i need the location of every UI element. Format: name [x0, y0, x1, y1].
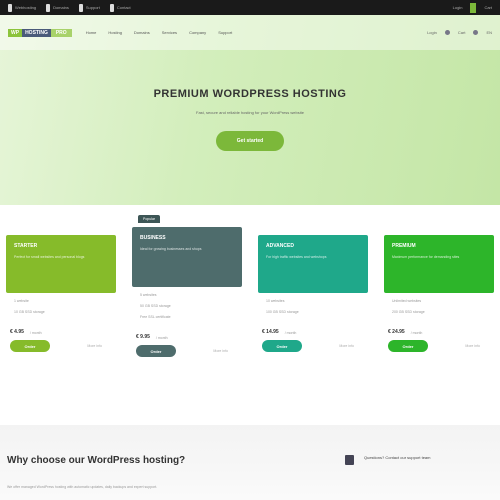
- order-button[interactable]: Order: [262, 340, 302, 352]
- plan-feature: Free SSL certificate: [140, 315, 171, 319]
- section-title: Why choose our WordPress hosting?: [7, 455, 186, 466]
- menu-item-home[interactable]: Home: [86, 30, 97, 35]
- menu-item-support[interactable]: Support: [218, 30, 232, 35]
- login-link[interactable]: Login: [453, 5, 463, 10]
- plan-price: € 9.95: [136, 334, 150, 340]
- bullet-icon: [109, 3, 114, 12]
- plan-description: For high traffic websites and webshops: [266, 255, 327, 259]
- topbar-link[interactable]: Domains: [46, 3, 69, 12]
- logo[interactable]: WP HOSTING PRO: [8, 28, 72, 37]
- price-period: / month: [284, 331, 297, 335]
- globe-icon[interactable]: [473, 30, 479, 35]
- language-select[interactable]: EN: [486, 30, 492, 35]
- plan-name: ADVANCED: [266, 243, 294, 249]
- logo-part: WP: [8, 28, 23, 37]
- plan-description: Perfect for small websites and personal …: [14, 255, 85, 259]
- topbar-label: Contact: [116, 5, 131, 10]
- topbar-link[interactable]: Contact: [109, 3, 131, 12]
- plan-feature: 10 websites: [266, 299, 285, 303]
- bullet-icon: [46, 3, 51, 12]
- plan-feature: Unlimited websites: [392, 299, 422, 303]
- section-text: We offer managed WordPress hosting with …: [7, 485, 158, 489]
- plan-card: STARTER Perfect for small websites and p…: [6, 215, 116, 362]
- bullet-icon: [8, 3, 12, 12]
- hero-subtitle: Fast, secure and reliable hosting for yo…: [196, 110, 304, 115]
- support-text: Questions? Contact our support team: [364, 455, 431, 460]
- order-button[interactable]: Order: [136, 345, 176, 357]
- plan-name: BUSINESS: [140, 235, 166, 241]
- top-bar: Webhosting Domains Support Contact Login…: [0, 0, 500, 15]
- order-button[interactable]: Order: [388, 340, 428, 352]
- logo-part: HOSTING: [22, 28, 51, 37]
- more-info-link[interactable]: More info: [213, 349, 228, 353]
- plan-description: Maximum performance for demanding sites: [392, 255, 460, 259]
- price-period: / month: [29, 331, 42, 335]
- plan-feature: 1 website: [14, 299, 29, 303]
- plan-name: PREMIUM: [392, 243, 416, 249]
- nav-cart[interactable]: Cart: [458, 30, 466, 35]
- topbar-label: Support: [85, 5, 100, 10]
- plan-header: BUSINESS Ideal for growing businesses an…: [132, 227, 242, 287]
- popular-badge: Popular: [138, 215, 161, 223]
- phone-icon: [345, 455, 354, 465]
- plan-card: ADVANCED For high traffic websites and w…: [258, 215, 368, 362]
- more-info-link[interactable]: More info: [465, 344, 480, 348]
- plan-feature: 50 GB SSD storage: [140, 304, 171, 308]
- pricing-plans: STARTER Perfect for small websites and p…: [6, 215, 494, 362]
- hero-title: PREMIUM WORDPRESS HOSTING: [153, 88, 347, 100]
- menu-item-domains[interactable]: Domains: [134, 30, 150, 35]
- price-period: / month: [155, 336, 168, 340]
- topbar-label: Domains: [53, 5, 69, 10]
- nav-login[interactable]: Login: [427, 30, 437, 35]
- menu-item-company[interactable]: Company: [189, 30, 206, 35]
- plan-feature: 200 GB SSD storage: [392, 310, 425, 314]
- plan-price: € 4.95: [10, 329, 24, 335]
- menu-item-services[interactable]: Services: [162, 30, 177, 35]
- price-period: / month: [410, 331, 423, 335]
- plan-price: € 14.95: [262, 329, 279, 335]
- main-nav: WP HOSTING PRO Home Hosting Domains Servic…: [0, 15, 500, 50]
- plan-feature: 100 GB SSD storage: [266, 310, 299, 314]
- order-button[interactable]: Order: [10, 340, 50, 352]
- plan-card: PREMIUM Maximum performance for demandin…: [384, 215, 494, 362]
- cart-icon[interactable]: [470, 2, 477, 13]
- cart-link[interactable]: Cart: [484, 5, 492, 10]
- plan-feature: 10 GB SSD storage: [14, 310, 45, 314]
- logo-part: PRO: [50, 28, 72, 37]
- get-started-button[interactable]: Get started: [216, 131, 284, 151]
- topbar-link[interactable]: Support: [78, 3, 100, 12]
- topbar-link[interactable]: Webhosting: [8, 3, 37, 12]
- plan-header: STARTER Perfect for small websites and p…: [6, 235, 116, 293]
- menu-item-hosting[interactable]: Hosting: [108, 30, 122, 35]
- user-icon[interactable]: [444, 30, 450, 35]
- plan-feature: 5 websites: [140, 293, 157, 297]
- bullet-icon: [78, 3, 83, 12]
- plan-price: € 24.95: [388, 329, 405, 335]
- more-info-link[interactable]: More info: [339, 344, 354, 348]
- plan-header: ADVANCED For high traffic websites and w…: [258, 235, 368, 293]
- plan-name: STARTER: [14, 243, 38, 249]
- info-section: Why choose our WordPress hosting? We off…: [0, 425, 500, 500]
- plan-card: Popular BUSINESS Ideal for growing busin…: [132, 215, 242, 362]
- more-info-link[interactable]: More info: [87, 344, 102, 348]
- hero-section: WP HOSTING PRO Home Hosting Domains Servic…: [0, 15, 500, 205]
- topbar-label: Webhosting: [15, 5, 37, 10]
- support-box[interactable]: Questions? Contact our support team: [345, 455, 430, 465]
- plan-header: PREMIUM Maximum performance for demandin…: [384, 235, 494, 293]
- plan-description: Ideal for growing businesses and shops: [140, 247, 202, 251]
